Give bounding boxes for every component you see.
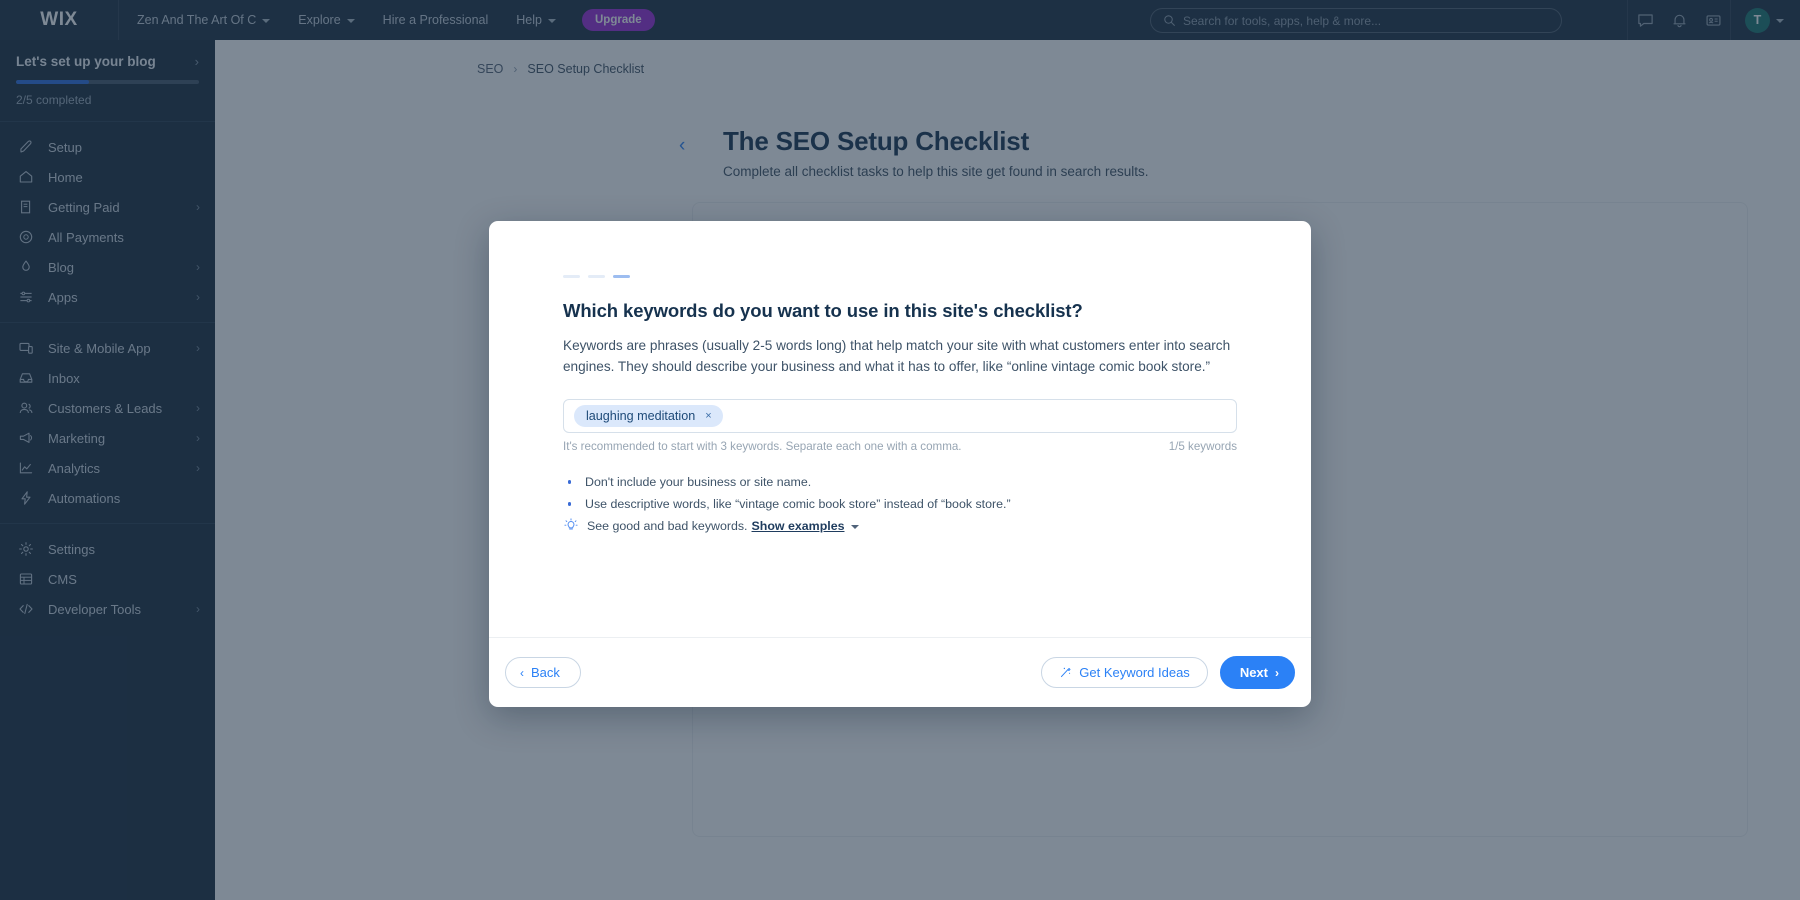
chevron-down-icon[interactable]: [851, 524, 860, 529]
keywords-modal: Which keywords do you want to use in thi…: [489, 221, 1311, 707]
keyword-hints: Don't include your business or site name…: [563, 475, 1237, 533]
wix-dashboard: SEO › SEO Setup Checklist ‹ The SEO Setu…: [0, 0, 1800, 900]
step-dash-2: [588, 275, 605, 278]
modal-description: Keywords are phrases (usually 2-5 words …: [563, 338, 1231, 374]
step-dash-1: [563, 275, 580, 278]
get-keyword-ideas-label: Get Keyword Ideas: [1079, 665, 1190, 680]
field-meta: It's recommended to start with 3 keyword…: [563, 440, 1237, 453]
step-dash-3: [613, 275, 630, 278]
chevron-right-icon: ›: [1275, 665, 1279, 680]
next-button[interactable]: Next ›: [1219, 656, 1295, 689]
lightbulb-icon: [563, 518, 578, 532]
modal-body: Which keywords do you want to use in thi…: [489, 221, 1311, 637]
step-indicator: [563, 275, 1237, 278]
hint-row: Don't include your business or site name…: [563, 475, 1237, 489]
chevron-left-icon: ‹: [520, 665, 524, 680]
footer-actions: Get Keyword Ideas Next ›: [1041, 656, 1295, 689]
examples-row-content: See good and bad keywords. Show examples: [587, 519, 860, 533]
keyword-tag-label: laughing meditation: [586, 409, 696, 423]
keyword-tag[interactable]: laughing meditation ×: [574, 405, 723, 427]
examples-text: See good and bad keywords.: [587, 519, 748, 533]
hint-text: Use descriptive words, like “vintage com…: [585, 497, 1011, 511]
remove-keyword-icon[interactable]: ×: [703, 410, 713, 422]
keyword-counter: 1/5 keywords: [1168, 440, 1237, 453]
show-examples-link[interactable]: Show examples: [752, 519, 845, 533]
modal-heading: Which keywords do you want to use in thi…: [563, 300, 1083, 321]
hint-text: Don't include your business or site name…: [585, 475, 812, 489]
back-button-label: Back: [531, 665, 560, 680]
helper-text: It's recommended to start with 3 keyword…: [563, 440, 962, 453]
back-button[interactable]: ‹ Back: [505, 657, 581, 688]
get-keyword-ideas-button[interactable]: Get Keyword Ideas: [1041, 657, 1208, 688]
magic-wand-icon: [1061, 667, 1071, 678]
modal-footer: ‹ Back Get Keyword Ideas Next ›: [489, 637, 1311, 707]
hint-row: Use descriptive words, like “vintage com…: [563, 497, 1237, 511]
next-button-label: Next: [1239, 665, 1268, 680]
show-examples-row: See good and bad keywords. Show examples: [563, 518, 1237, 533]
bullet-icon: [563, 475, 576, 484]
bullet-icon: [563, 497, 576, 506]
keywords-input-field[interactable]: laughing meditation ×: [563, 399, 1237, 433]
